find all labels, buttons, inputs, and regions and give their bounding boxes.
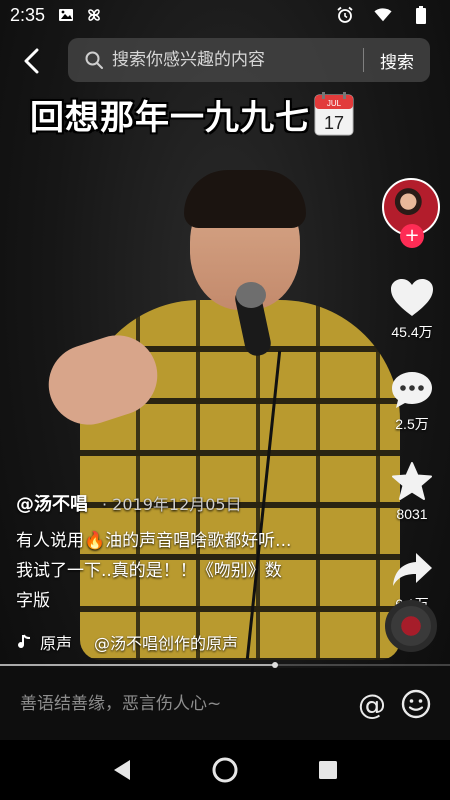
video-progress-bar[interactable] bbox=[0, 662, 450, 668]
favorite-count: 8031 bbox=[396, 506, 428, 522]
calendar-icon: JUL 17 bbox=[314, 92, 354, 136]
top-bar: 搜索 bbox=[0, 38, 450, 84]
like-button[interactable]: 45.4万 bbox=[380, 278, 444, 342]
video-title-text: 回想那年一九九七 bbox=[30, 97, 310, 138]
image-icon bbox=[57, 6, 75, 24]
author-line: @汤不唱 · 2019年12月05日 bbox=[16, 490, 356, 516]
search-box[interactable]: 搜索 bbox=[68, 38, 430, 82]
emoji-button[interactable] bbox=[394, 682, 438, 726]
author-name-link[interactable]: @汤不唱 bbox=[16, 490, 88, 516]
system-nav-bar bbox=[0, 740, 450, 800]
video-frame-singer-hair bbox=[184, 170, 306, 228]
status-bar: 2:35 bbox=[0, 0, 450, 30]
nav-recents-button[interactable] bbox=[308, 750, 348, 790]
music-source-label: @汤不唱创作的原声 bbox=[94, 634, 239, 653]
comment-button[interactable]: 2.5万 bbox=[380, 370, 444, 434]
description-line-1: 有人说用🔥油的声音唱啥歌都好听... bbox=[16, 531, 292, 551]
favorite-button[interactable]: 8031 bbox=[380, 462, 444, 522]
search-input[interactable] bbox=[112, 50, 363, 70]
description-line-2: 我试了一下..真的是！！《吻别》数 bbox=[16, 561, 282, 581]
calendar-month: JUL bbox=[327, 99, 342, 108]
video-description[interactable]: 有人说用🔥油的声音唱啥歌都好听... 我试了一下..真的是！！《吻别》数 字版 bbox=[16, 526, 356, 616]
post-date: · 2019年12月05日 bbox=[102, 495, 242, 514]
comment-count: 2.5万 bbox=[395, 416, 429, 432]
comment-bar: @ bbox=[0, 668, 450, 740]
heart-icon bbox=[391, 279, 433, 316]
comment-bubble-icon bbox=[392, 372, 432, 408]
video-title-overlay: 回想那年一九九七 JUL 17 bbox=[30, 92, 354, 138]
comment-input[interactable] bbox=[20, 694, 350, 714]
music-sound-label: 原声 bbox=[40, 634, 73, 653]
nav-home-button[interactable] bbox=[205, 750, 245, 790]
search-icon bbox=[85, 51, 103, 69]
music-disc-button[interactable] bbox=[385, 600, 437, 652]
action-column: + 45.4万 2.5万 8031 6.1万 bbox=[380, 178, 444, 614]
music-info-link[interactable]: 原声 @汤不唱创作的原声 bbox=[16, 630, 356, 654]
chevron-left-icon bbox=[24, 48, 39, 74]
smiley-icon bbox=[401, 689, 431, 719]
video-progress-fill bbox=[0, 664, 275, 666]
battery-icon bbox=[412, 6, 430, 24]
triangle-back-icon bbox=[113, 760, 130, 780]
wifi-icon bbox=[374, 6, 392, 24]
calendar-day: 17 bbox=[324, 113, 344, 133]
nav-back-button[interactable] bbox=[102, 750, 142, 790]
video-caption: @汤不唱 · 2019年12月05日 有人说用🔥油的声音唱啥歌都好听... 我试… bbox=[16, 490, 356, 654]
alarm-icon bbox=[336, 6, 354, 24]
status-time: 2:35 bbox=[10, 4, 46, 25]
author-avatar-button[interactable]: + bbox=[382, 178, 442, 248]
star-icon bbox=[392, 462, 432, 500]
circle-home-icon bbox=[212, 757, 238, 783]
description-line-3: 字版 bbox=[16, 591, 50, 611]
like-count: 45.4万 bbox=[391, 324, 433, 340]
music-note-icon bbox=[18, 634, 31, 649]
follow-button[interactable]: + bbox=[400, 224, 424, 248]
square-recents-icon bbox=[319, 761, 338, 779]
pinwheel-icon bbox=[85, 6, 103, 24]
back-button[interactable] bbox=[14, 46, 48, 76]
search-button[interactable]: 搜索 bbox=[364, 48, 430, 73]
video-frame-microphone-head bbox=[236, 282, 266, 308]
mention-button[interactable]: @ bbox=[350, 682, 394, 726]
share-arrow-icon bbox=[393, 553, 432, 586]
